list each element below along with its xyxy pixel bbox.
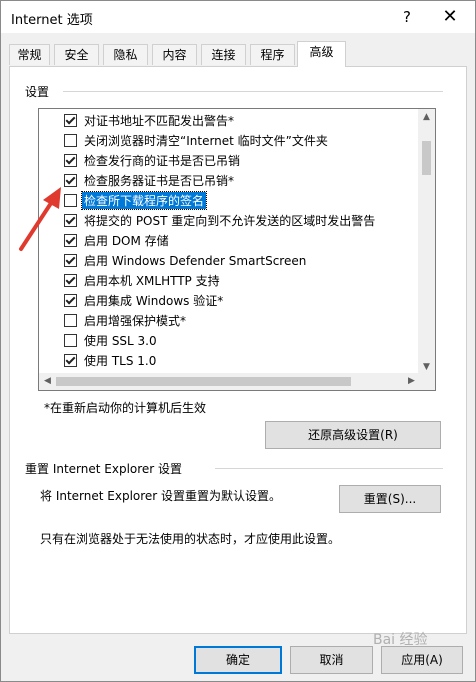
setting-row[interactable]: 使用 TLS 1.0 — [39, 350, 419, 370]
setting-row[interactable]: 启用增强保护模式* — [39, 310, 419, 330]
setting-label: 关闭浏览器时清空“Internet 临时文件”文件夹 — [84, 134, 328, 148]
checkbox-checked[interactable] — [64, 254, 77, 267]
checkbox-checked[interactable] — [64, 294, 77, 307]
checkbox-checked[interactable] — [64, 174, 77, 187]
setting-row[interactable]: 检查所下载程序的签名 — [39, 190, 419, 210]
setting-label: 使用 TLS 1.0 — [84, 354, 157, 368]
scroll-left-icon[interactable]: ◀ — [39, 373, 56, 390]
title-bar: Internet 选项 ? ✕ — [1, 1, 475, 33]
restore-advanced-button[interactable]: 还原高级设置(R) — [265, 421, 441, 449]
tab-content[interactable]: 内容 — [152, 44, 197, 65]
setting-label: 检查所下载程序的签名 — [80, 191, 208, 210]
setting-row[interactable]: 启用本机 XMLHTTP 支持 — [39, 270, 419, 290]
checkbox-checked[interactable] — [64, 214, 77, 227]
restart-note: *在重新启动你的计算机后生效 — [44, 401, 207, 415]
tab-security[interactable]: 安全 — [54, 44, 99, 65]
setting-row[interactable]: 将提交的 POST 重定向到不允许发送的区域时发出警告 — [39, 210, 419, 230]
checkbox-checked[interactable] — [64, 354, 77, 367]
tab-privacy[interactable]: 隐私 — [103, 44, 148, 65]
cancel-button[interactable]: 取消 — [290, 646, 373, 674]
setting-label: 启用本机 XMLHTTP 支持 — [84, 274, 220, 288]
scroll-up-icon[interactable]: ▲ — [418, 109, 435, 125]
close-button[interactable]: ✕ — [435, 5, 465, 29]
scrollbar-corner — [418, 373, 435, 390]
vertical-scrollbar[interactable]: ▲ ▼ — [418, 109, 435, 375]
settings-group-divider — [63, 91, 443, 92]
reset-group-divider — [215, 468, 443, 469]
tab-advanced[interactable]: 高级 — [297, 41, 346, 67]
window-title: Internet 选项 — [11, 13, 93, 28]
horizontal-scrollbar[interactable]: ◀ ▶ — [39, 373, 420, 390]
tab-general[interactable]: 常规 — [9, 44, 50, 65]
setting-label: 检查服务器证书是否已吊销* — [84, 174, 235, 188]
internet-options-dialog: Internet 选项 ? ✕ 常规 安全 隐私 内容 连接 程序 高级 设置 … — [0, 0, 476, 682]
reset-button[interactable]: 重置(S)... — [339, 485, 441, 513]
checkbox-unchecked[interactable] — [64, 194, 77, 207]
horizontal-scroll-thumb[interactable] — [56, 377, 351, 386]
setting-label: 启用集成 Windows 验证* — [84, 294, 224, 308]
help-button[interactable]: ? — [392, 5, 422, 29]
setting-row[interactable]: 检查发行商的证书是否已吊销 — [39, 150, 419, 170]
apply-button[interactable]: 应用(A) — [381, 646, 463, 674]
checkbox-checked[interactable] — [64, 274, 77, 287]
watermark: Bai 经验 — [373, 632, 428, 648]
vertical-scroll-thumb[interactable] — [422, 141, 431, 175]
setting-row[interactable]: 检查服务器证书是否已吊销* — [39, 170, 419, 190]
reset-warning: 只有在浏览器处于无法使用的状态时，才应使用此设置。 — [40, 532, 341, 546]
setting-row[interactable]: 使用 SSL 3.0 — [39, 330, 419, 350]
setting-row[interactable]: 关闭浏览器时清空“Internet 临时文件”文件夹 — [39, 130, 419, 150]
settings-group-label: 设置 — [25, 85, 50, 99]
checkbox-unchecked[interactable] — [64, 314, 77, 327]
setting-row[interactable]: 启用 DOM 存储 — [39, 230, 419, 250]
tab-connections[interactable]: 连接 — [201, 44, 246, 65]
setting-label: 将提交的 POST 重定向到不允许发送的区域时发出警告 — [84, 214, 376, 228]
setting-label: 使用 SSL 3.0 — [84, 334, 157, 348]
setting-label: 对证书地址不匹配发出警告* — [84, 114, 235, 128]
setting-row[interactable]: 启用集成 Windows 验证* — [39, 290, 419, 310]
checkbox-unchecked[interactable] — [64, 134, 77, 147]
ok-button[interactable]: 确定 — [194, 646, 282, 674]
setting-label: 检查发行商的证书是否已吊销 — [84, 154, 241, 168]
reset-description: 将 Internet Explorer 设置重置为默认设置。 — [40, 489, 282, 503]
checkbox-checked[interactable] — [64, 114, 77, 127]
setting-row[interactable]: 启用 Windows Defender SmartScreen — [39, 250, 419, 270]
annotation-arrow-icon — [19, 187, 61, 251]
setting-label: 启用 DOM 存储 — [84, 234, 169, 248]
tab-programs[interactable]: 程序 — [250, 44, 295, 65]
reset-group-label: 重置 Internet Explorer 设置 — [25, 462, 183, 476]
checkbox-unchecked[interactable] — [64, 334, 77, 347]
settings-list[interactable]: 对证书地址不匹配发出警告* 关闭浏览器时清空“Internet 临时文件”文件夹检… — [38, 108, 436, 391]
setting-row[interactable]: 对证书地址不匹配发出警告* — [39, 110, 419, 130]
checkbox-checked[interactable] — [64, 154, 77, 167]
checkbox-checked[interactable] — [64, 234, 77, 247]
setting-label: 启用增强保护模式* — [84, 314, 187, 328]
setting-label: 启用 Windows Defender SmartScreen — [84, 254, 307, 268]
